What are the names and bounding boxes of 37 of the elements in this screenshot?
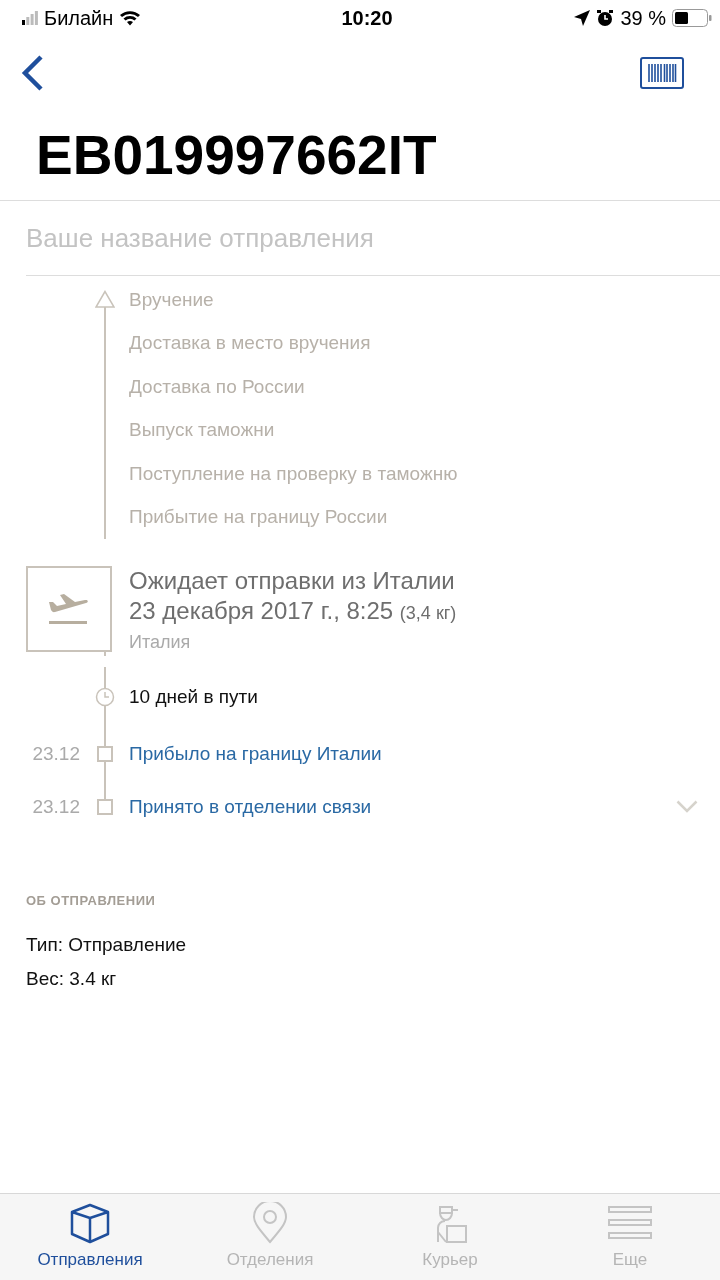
- location-pin-icon: [251, 1202, 289, 1244]
- status-date: 23 декабря 2017 г., 8:25: [129, 597, 394, 624]
- event-date: 23.12: [31, 795, 81, 818]
- status-country: Италия: [129, 631, 192, 654]
- menu-icon: [608, 1205, 652, 1241]
- upcoming-step: Доставка по России: [120, 375, 720, 398]
- status-title: Ожидает отправки из Италии: [129, 566, 456, 596]
- transit-time: 10 дней в пути: [128, 686, 259, 708]
- event-date: 23.12: [31, 742, 81, 765]
- upcoming-step: Поступление на проверку в таможню: [120, 462, 720, 485]
- info-line: Тип: Отправление: [26, 933, 188, 957]
- location-arrow-icon: [574, 10, 591, 26]
- back-button[interactable]: [20, 54, 46, 92]
- event-marker: [97, 798, 113, 815]
- event-marker: [97, 745, 113, 762]
- signal-icon: [22, 11, 38, 25]
- battery-percent: 39 %: [620, 6, 666, 30]
- event-label[interactable]: Прибыло на границу Италии: [120, 742, 698, 765]
- triangle-icon: [95, 290, 115, 308]
- upcoming-step: Выпуск таможни: [120, 419, 720, 442]
- upcoming-step: Вручение: [120, 288, 720, 311]
- battery-icon: [672, 9, 712, 27]
- clock-time: 10:20: [341, 6, 393, 30]
- carrier-name: Билайн: [44, 6, 114, 30]
- event-label[interactable]: Принято в отделении связи: [120, 795, 676, 818]
- airplane-takeoff-icon: [47, 592, 91, 626]
- upcoming-step: Прибытие на границу России: [120, 506, 720, 529]
- parcel-weight: (3,4 кг): [399, 603, 457, 623]
- info-line: Вес: 3.4 кг: [26, 967, 118, 991]
- section-header: ОБ ОТПРАВЛЕНИИ: [26, 893, 157, 908]
- tab-button[interactable]: Отправления: [0, 1194, 180, 1280]
- wifi-icon: [119, 10, 142, 26]
- clock-icon: [95, 687, 115, 707]
- barcode-button[interactable]: [640, 57, 684, 89]
- alarm-icon: [596, 9, 615, 27]
- upcoming-step: Доставка в место вручения: [120, 332, 720, 355]
- box-icon: [68, 1202, 112, 1244]
